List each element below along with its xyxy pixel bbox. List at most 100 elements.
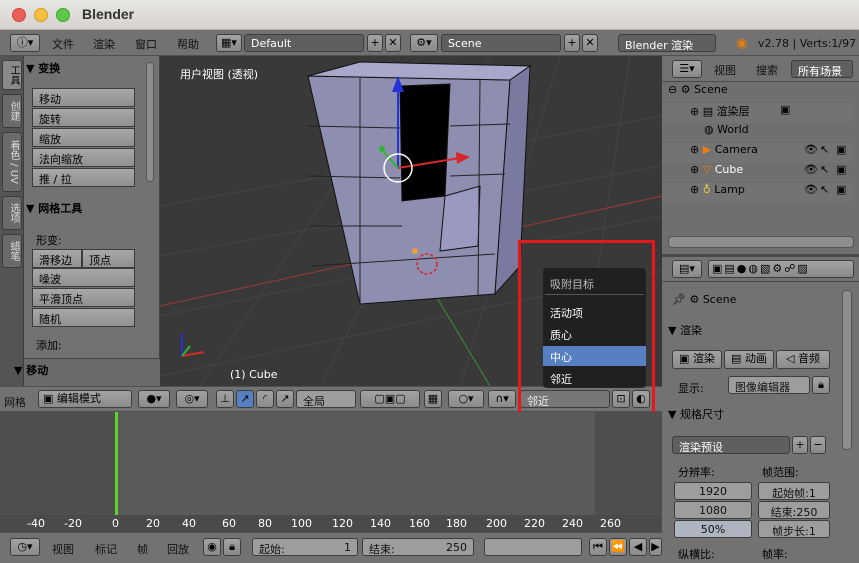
panel-dimensions-header[interactable]: ▼ 规格尺寸 xyxy=(668,406,836,426)
tab-shading-uv[interactable]: 着色 / UV xyxy=(2,132,22,192)
maximize-window-button[interactable] xyxy=(56,8,70,22)
scale-button[interactable]: 缩放 xyxy=(32,128,135,147)
tab-grease-pencil[interactable]: 蜡笔 xyxy=(2,234,22,268)
timeline-menu-view[interactable]: 视图 xyxy=(52,541,74,557)
menu-help[interactable]: 帮助 xyxy=(177,36,199,52)
tab-create[interactable]: 创建 xyxy=(2,94,22,128)
start-frame-prop-field[interactable]: 起始帧:1 xyxy=(758,482,830,500)
info-editor-type-button[interactable]: ⓘ▾ xyxy=(10,34,40,52)
timeline-menu-frame[interactable]: 帧 xyxy=(137,541,148,557)
renderable-camera-icon[interactable]: ▣ xyxy=(836,143,846,156)
outliner-row-lamp[interactable]: ⊕ ♁ Lamp 👁︎ ↖ ▣ xyxy=(662,183,852,203)
scene-field[interactable]: Scene xyxy=(441,34,561,52)
auto-keying-button[interactable]: ◉ xyxy=(203,538,221,556)
resolution-percent-field[interactable]: 50% xyxy=(674,520,752,538)
renderable-camera-icon[interactable]: ▣ xyxy=(836,183,846,196)
shrink-fatten-button[interactable]: 法向缩放 xyxy=(32,148,135,167)
play-button[interactable]: ▶ xyxy=(649,538,662,556)
pivot-point-button[interactable]: ◎▾ xyxy=(176,390,208,408)
outliner-menu-view[interactable]: 视图 xyxy=(714,62,736,78)
menu-file[interactable]: 文件 xyxy=(52,36,74,52)
panel-move-header[interactable]: ▼ 移动 xyxy=(14,362,130,380)
smooth-vertex-button[interactable]: 平滑顶点 xyxy=(32,288,135,307)
menu-window[interactable]: 窗口 xyxy=(135,36,157,52)
display-select[interactable]: 图像编辑器 xyxy=(728,376,810,394)
push-pull-button[interactable]: 推 / 拉 xyxy=(32,168,135,187)
current-frame-field[interactable] xyxy=(484,538,582,556)
manipulator-toggle[interactable]: ⊥ xyxy=(216,390,234,408)
visibility-eye-icon[interactable]: 👁︎ xyxy=(804,163,818,176)
remove-layout-button[interactable]: ✕ xyxy=(385,34,401,52)
outliner-row-render-layers[interactable]: ⊕ ▤ 渲染层 ▣ xyxy=(662,103,852,123)
edge-slide-button[interactable]: 滑移边 xyxy=(32,249,82,268)
outliner-menu-search[interactable]: 搜索 xyxy=(756,62,778,78)
close-window-button[interactable] xyxy=(12,8,26,22)
render-audio-button[interactable]: ◁ 音频 xyxy=(776,350,830,369)
jump-start-button[interactable]: ⏮ xyxy=(589,538,607,556)
rotate-button[interactable]: 旋转 xyxy=(32,108,135,127)
add-scene-button[interactable]: + xyxy=(564,34,580,52)
render-preset-select[interactable]: 渲染预设 xyxy=(672,436,790,454)
randomize-button[interactable]: 随机 xyxy=(32,308,135,327)
lock-interface-button[interactable]: 🔒︎ xyxy=(812,376,830,394)
timeline-menu-playback[interactable]: 回放 xyxy=(167,541,189,557)
orientation-select[interactable]: 全局 xyxy=(296,390,356,408)
render-image-button[interactable]: ▣ 渲染 xyxy=(672,350,722,369)
play-reverse-button[interactable]: ◀ xyxy=(629,538,647,556)
render-engine-select[interactable]: Blender 渲染 xyxy=(618,34,716,52)
proportional-edit-button[interactable]: ○▾ xyxy=(448,390,484,408)
selectable-cursor-icon[interactable]: ↖ xyxy=(820,143,829,156)
menu-render[interactable]: 渲染 xyxy=(93,36,115,52)
properties-scrollbar[interactable] xyxy=(842,290,852,450)
properties-editor-type-button[interactable]: ▤▾ xyxy=(672,260,702,278)
selectable-cursor-icon[interactable]: ↖ xyxy=(820,183,829,196)
timeline-editor-type-button[interactable]: ◷▾ xyxy=(10,538,40,556)
render-animation-button[interactable]: ▤ 动画 xyxy=(724,350,774,369)
end-frame-field[interactable]: 结束: 250 xyxy=(362,538,474,556)
outliner-row-world[interactable]: ◍ World xyxy=(662,123,852,143)
resolution-y-field[interactable]: 1080 xyxy=(674,501,752,519)
outliner-scrollbar[interactable] xyxy=(668,236,854,248)
timeline-area[interactable] xyxy=(0,412,662,529)
timeline-menu-marker[interactable]: 标记 xyxy=(95,541,117,557)
tool-shelf-scrollbar[interactable] xyxy=(146,62,154,182)
add-preset-button[interactable]: + xyxy=(792,436,808,454)
mode-select[interactable]: ▣ 编辑模式 xyxy=(38,390,132,408)
scale-manipulator[interactable]: ↗ xyxy=(276,390,294,408)
snap-toggle[interactable]: ∩▾ xyxy=(488,390,516,408)
selectable-cursor-icon[interactable]: ↖ xyxy=(820,163,829,176)
start-frame-field[interactable]: 起始: 1 xyxy=(252,538,358,556)
render-layer-toggle-icon[interactable]: ▣ xyxy=(780,103,790,116)
translate-manipulator[interactable]: ↗ xyxy=(236,390,254,408)
outliner-row-scene[interactable]: ⊖ ⚙ Scene xyxy=(662,83,852,103)
visibility-eye-icon[interactable]: 👁︎ xyxy=(804,183,818,196)
outliner-row-cube[interactable]: ⊕ ▽ Cube 👁︎ ↖ ▣ xyxy=(662,163,852,183)
lock-range-button[interactable]: 🔒︎ xyxy=(223,538,241,556)
move-button[interactable]: 移动 xyxy=(32,88,135,107)
rotate-manipulator[interactable]: ◜ xyxy=(256,390,274,408)
limit-selection-button[interactable]: ▦ xyxy=(424,390,442,408)
screen-layout-button[interactable]: ▦▾ xyxy=(216,34,242,52)
tab-tools[interactable]: 工具 xyxy=(2,60,22,90)
scene-select-button[interactable]: ⚙▾ xyxy=(410,34,438,52)
remove-scene-button[interactable]: ✕ xyxy=(582,34,598,52)
tab-options[interactable]: 选项 xyxy=(2,196,22,230)
current-frame-cursor[interactable] xyxy=(115,412,118,515)
outliner-row-camera[interactable]: ⊕ ▶ Camera 👁︎ ↖ ▣ xyxy=(662,143,852,163)
renderable-camera-icon[interactable]: ▣ xyxy=(836,163,846,176)
properties-context-tabs[interactable]: ▣▤●◍▧⚙☍▨ xyxy=(708,260,854,278)
remove-preset-button[interactable]: − xyxy=(810,436,826,454)
frame-step-field[interactable]: 帧步长:1 xyxy=(758,520,830,538)
outliner-editor-type-button[interactable]: ☰▾ xyxy=(672,60,702,78)
panel-render-header[interactable]: ▼ 渲染 xyxy=(668,322,836,342)
visibility-eye-icon[interactable]: 👁︎ xyxy=(804,143,818,156)
select-mode-buttons[interactable]: ▢▣▢ xyxy=(360,390,420,408)
outliner-filter-select[interactable]: 所有场景 xyxy=(791,60,853,78)
screen-layout-field[interactable]: Default xyxy=(244,34,364,52)
minimize-window-button[interactable] xyxy=(34,8,48,22)
jump-key-back-button[interactable]: ⏪ xyxy=(609,538,627,556)
panel-transform-header[interactable]: ▼ 变换 xyxy=(26,60,142,78)
vertex-slide-button[interactable]: 顶点 xyxy=(82,249,135,268)
panel-mesh-tools-header[interactable]: ▼ 网格工具 xyxy=(26,200,142,218)
viewport-shading-button[interactable]: ●▾ xyxy=(138,390,170,408)
